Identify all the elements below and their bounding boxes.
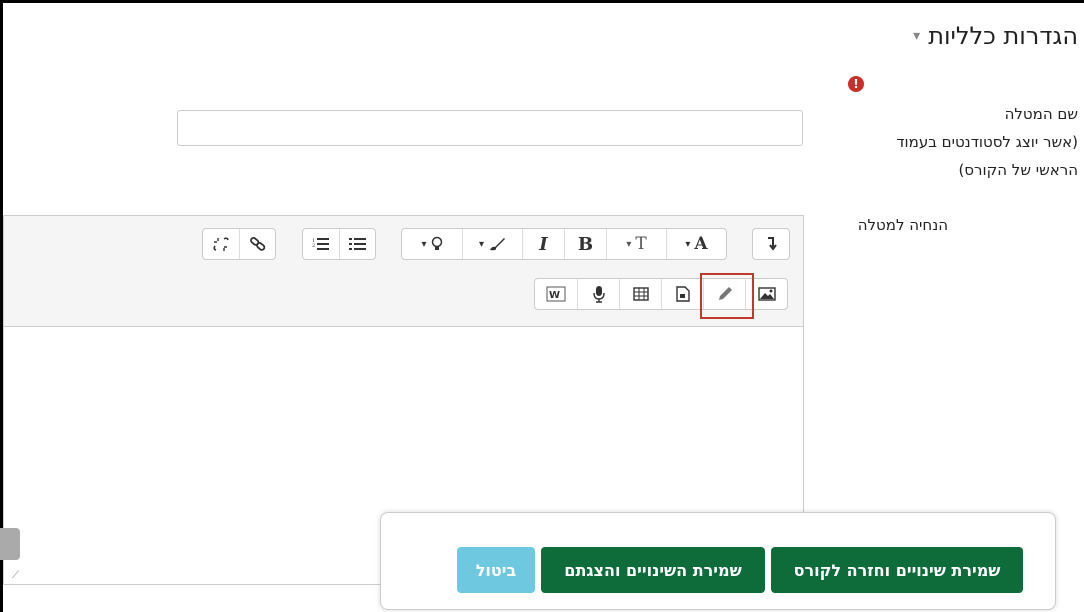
save-and-display-button[interactable]: שמירת השינויים והצגתם [541, 547, 765, 593]
font-color-icon[interactable]: ▾ A [666, 229, 726, 259]
scrollbar-thumb[interactable] [0, 528, 20, 560]
table-icon[interactable] [619, 279, 661, 309]
toolbar-group-lists: 12 [302, 228, 376, 260]
save-and-return-button[interactable]: שמירת שינויים וחזרה לקורס [771, 547, 1023, 593]
required-error-icon: ! [848, 76, 864, 92]
collapse-caret-icon[interactable]: ▾ [913, 28, 920, 44]
resize-grip-icon[interactable]: ⟋ [12, 570, 19, 581]
link-icon[interactable] [239, 229, 275, 259]
editor-toolbar: ▾ ▾ I B ▾ T ▾ A 12 W [4, 216, 803, 327]
microphone-icon[interactable] [577, 279, 619, 309]
assignment-name-label-line2: (אשר יוצג לסטודנטים בעמוד [896, 133, 1078, 151]
svg-text:W: W [549, 290, 560, 301]
cancel-button[interactable]: ביטול [457, 547, 535, 593]
lightbulb-icon[interactable]: ▾ [402, 229, 462, 259]
form-action-footer: שמירת שינויים וחזרה לקורס שמירת השינויים… [380, 512, 1056, 610]
numbered-list-icon[interactable]: 12 [303, 229, 339, 259]
instructions-label: הנחיה למטלה [857, 216, 948, 234]
bold-icon[interactable]: B [564, 229, 606, 259]
pencil-highlight-box [700, 273, 754, 319]
italic-icon[interactable]: I [522, 229, 564, 259]
assignment-name-label-line3: הראשי של הקורס) [958, 161, 1078, 179]
toolbar-group-direction [752, 228, 790, 260]
font-size-icon[interactable]: ▾ T [606, 229, 666, 259]
brush-icon[interactable]: ▾ [462, 229, 522, 259]
section-header-general[interactable]: הגדרות כלליות ▾ [913, 22, 1078, 50]
toolbar-group-format: ▾ ▾ I B ▾ T ▾ A [401, 228, 727, 260]
rtl-icon[interactable] [753, 229, 789, 259]
toolbar-group-links [202, 228, 276, 260]
section-title: הגדרות כלליות [928, 22, 1078, 50]
word-paste-icon[interactable]: W [535, 279, 577, 309]
assignment-name-label: שם המטלה (אשר יוצג לסטודנטים בעמוד הראשי… [828, 100, 1078, 184]
svg-text:2: 2 [312, 243, 315, 249]
assignment-name-label-line1: שם המטלה [1004, 105, 1078, 123]
unlink-icon[interactable] [203, 229, 239, 259]
video-icon[interactable] [661, 279, 703, 309]
bullet-list-icon[interactable] [339, 229, 375, 259]
window-top-border [0, 0, 1084, 3]
assignment-name-input[interactable] [177, 110, 803, 146]
